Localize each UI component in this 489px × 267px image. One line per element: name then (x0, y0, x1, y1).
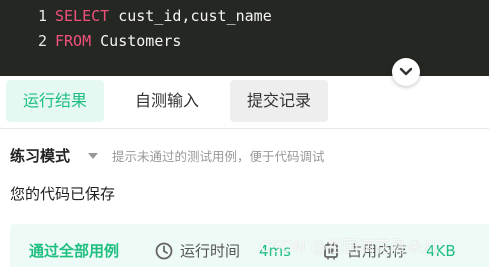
sql-keyword: SELECT (55, 7, 110, 25)
tab-run-result[interactable]: 运行结果 (6, 80, 104, 122)
clock-icon (155, 242, 173, 260)
mode-hint-text: 提示未通过的测试用例，便于代码调试 (112, 149, 325, 164)
result-tabs: 运行结果 自测输入 提交记录 (0, 76, 489, 128)
sql-keyword: FROM (55, 32, 92, 50)
chevron-down-icon (399, 67, 413, 76)
code-text: cust_id,cust_name (109, 7, 272, 25)
code-text: Customers (91, 32, 182, 50)
practice-mode-selector[interactable]: 练习模式 (10, 146, 70, 166)
code-line-2[interactable]: 2 FROM Customers (0, 30, 181, 52)
csdn-watermark: CSDN @祖国滴花骨朵儿 (260, 237, 439, 256)
pass-status-text: 通过全部用例 (29, 242, 120, 260)
caret-down-icon[interactable] (88, 153, 98, 159)
code-line-1[interactable]: 1 SELECT cust_id,cust_name (0, 5, 272, 27)
tab-self-test-input[interactable]: 自测输入 (118, 80, 216, 122)
divider (0, 128, 489, 129)
line-number: 2 (37, 32, 47, 50)
runtime-label: 运行时间 (180, 242, 241, 260)
tab-submission-history[interactable]: 提交记录 (230, 80, 328, 122)
code-saved-message: 您的代码已保存 (10, 185, 116, 203)
line-number: 1 (37, 7, 47, 25)
result-panel: 1 SELECT cust_id,cust_name 2 FROM Customer… (0, 0, 489, 267)
collapse-editor-button[interactable] (392, 58, 420, 86)
